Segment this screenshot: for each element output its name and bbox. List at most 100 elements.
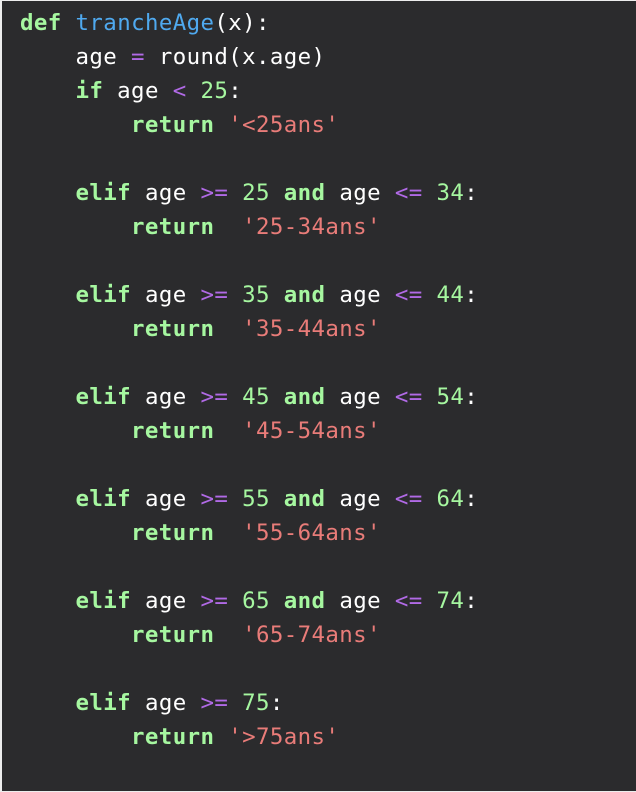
code-token-txt: age xyxy=(103,78,173,104)
code-token-num: 64 xyxy=(436,486,465,512)
code-token-kw: def xyxy=(20,10,62,36)
code-token-txt: (x): xyxy=(214,10,270,36)
code-token-num: 35 xyxy=(242,282,270,308)
code-line: elif age >= 75: xyxy=(20,686,478,720)
code-token-kw: and xyxy=(283,384,326,410)
code-line: elif age >= 35 and age <= 44: xyxy=(20,278,478,312)
code-token-op: >= xyxy=(200,588,229,614)
code-token-op: <= xyxy=(394,588,423,614)
code-token-num: 45 xyxy=(242,384,270,410)
code-token-txt: age xyxy=(20,44,132,70)
code-line: elif age >= 65 and age <= 74: xyxy=(20,584,478,618)
code-line: return '<25ans' xyxy=(20,108,478,142)
code-token-kw: elif xyxy=(75,690,132,716)
code-token-op: >= xyxy=(200,282,229,308)
code-token-op: < xyxy=(172,78,187,104)
code-token-op: >= xyxy=(200,486,229,512)
code-token-kw: return xyxy=(131,724,215,750)
code-token-num: 25 xyxy=(200,78,229,104)
code-token-kw: return xyxy=(131,520,215,546)
code-token-txt: : xyxy=(464,384,479,410)
code-token-kw: elif xyxy=(75,282,132,308)
code-token-txt: age xyxy=(325,384,395,410)
code-editor[interactable]: def trancheAge(x): age = round(x.age) if… xyxy=(0,0,636,792)
code-line: if age < 25: xyxy=(20,74,478,108)
code-token-txt: : xyxy=(269,690,284,716)
code-token-txt: : xyxy=(464,180,479,206)
code-token-num: 55 xyxy=(242,486,270,512)
code-token-fn: trancheAge xyxy=(75,10,215,36)
code-token-op: >= xyxy=(200,180,229,206)
code-token-txt: age xyxy=(325,180,395,206)
code-line: return '65-74ans' xyxy=(20,618,478,652)
code-line: return '35-44ans' xyxy=(20,312,478,346)
code-token-str: '65-74ans' xyxy=(242,622,381,648)
code-token-op: <= xyxy=(394,180,423,206)
code-token-kw: return xyxy=(131,622,215,648)
code-token-kw: elif xyxy=(75,180,132,206)
code-token-txt: age xyxy=(131,384,201,410)
code-token-kw: return xyxy=(131,214,215,240)
code-token-num: 74 xyxy=(436,588,465,614)
code-token-kw: elif xyxy=(75,486,132,512)
code-token-str: '45-54ans' xyxy=(242,418,381,444)
code-token-num: 65 xyxy=(242,588,270,614)
code-token-num: 34 xyxy=(436,180,465,206)
code-token-txt: round(x.age) xyxy=(144,44,326,70)
code-token-kw: if xyxy=(75,78,104,104)
code-token-op: >= xyxy=(200,384,229,410)
code-token-num: 54 xyxy=(436,384,465,410)
code-line: return '45-54ans' xyxy=(20,414,478,448)
code-block[interactable]: def trancheAge(x): age = round(x.age) if… xyxy=(20,6,478,754)
code-token-num: 25 xyxy=(242,180,270,206)
code-token-op: <= xyxy=(394,282,423,308)
code-line: return '>75ans' xyxy=(20,720,478,754)
code-token-kw: elif xyxy=(75,384,132,410)
code-token-txt: : xyxy=(228,78,243,104)
code-token-txt: age xyxy=(325,486,395,512)
code-token-kw: return xyxy=(131,112,215,138)
code-token-kw: and xyxy=(283,282,326,308)
code-token-txt: age xyxy=(131,486,201,512)
code-token-str: '55-64ans' xyxy=(242,520,381,546)
code-token-str: '25-34ans' xyxy=(242,214,381,240)
code-token-txt: age xyxy=(131,282,201,308)
code-token-num: 44 xyxy=(436,282,465,308)
code-token-txt: age xyxy=(131,588,201,614)
code-token-txt: age xyxy=(325,282,395,308)
code-token-kw: and xyxy=(283,588,326,614)
